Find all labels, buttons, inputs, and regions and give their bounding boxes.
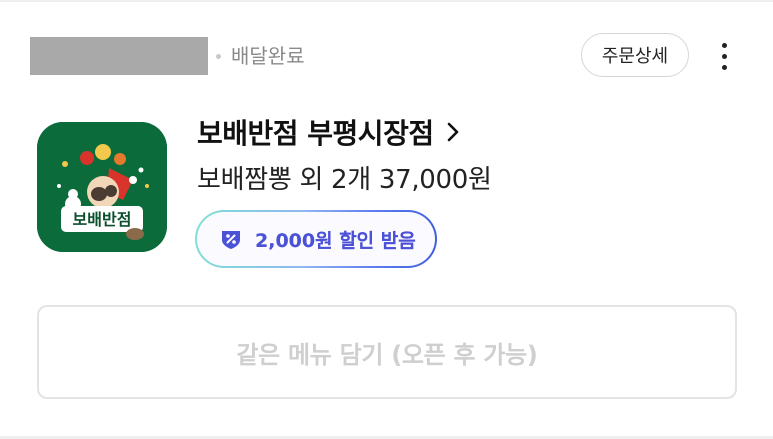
top-divider <box>0 0 773 2</box>
redacted-order-date <box>30 37 208 75</box>
discount-coupon-icon <box>222 231 240 249</box>
order-header: 배달완료 주문상세 <box>30 33 742 77</box>
store-name: 보배반점 부평시장점 <box>197 117 434 150</box>
order-detail-button[interactable]: 주문상세 <box>581 33 689 77</box>
more-vertical-icon <box>721 42 727 48</box>
store-name-link[interactable]: 보배반점 부평시장점 <box>197 110 460 154</box>
reorder-button[interactable]: 같은 메뉴 담기 (오픈 후 가능) <box>37 305 737 399</box>
status-separator-dot <box>216 54 221 59</box>
coupon-label: 2,000원 할인 받음 <box>255 226 416 253</box>
store-logo-text: 보배반점 <box>73 210 132 229</box>
store-logo[interactable]: 보배반점 <box>37 122 167 252</box>
store-logo-illustration: 보배반점 <box>37 122 167 252</box>
chevron-right-icon <box>447 122 458 142</box>
delivery-status: 배달완료 <box>231 44 305 68</box>
coupon-badge: 2,000원 할인 받음 <box>195 210 437 268</box>
more-options-button[interactable] <box>716 38 732 74</box>
order-summary: 보배짬뽕 외 2개 37,000원 <box>197 165 492 195</box>
